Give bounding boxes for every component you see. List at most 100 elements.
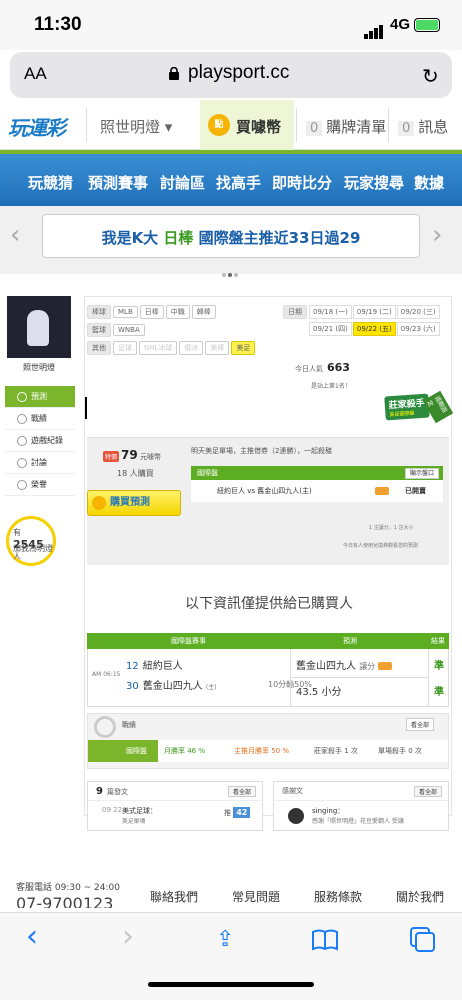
- divider: [296, 108, 297, 142]
- chevron-right-icon[interactable]: ›: [432, 220, 442, 250]
- footer-link-faq[interactable]: 常見問題: [232, 888, 280, 905]
- sidebar-item-predict[interactable]: 預測: [5, 386, 75, 408]
- killer-count: 莊家殺手 1 次: [314, 747, 358, 755]
- record-title: 戰績: [122, 721, 136, 729]
- date-option[interactable]: 09/21 (四): [309, 322, 352, 336]
- filter-row-other: 其他 足球 NHL冰球 俄冰 美棒 美足: [87, 341, 257, 355]
- text-cursor: [85, 397, 87, 419]
- filter-tag[interactable]: WNBA: [113, 324, 145, 336]
- matchup: 紐約巨人 vs 舊金山四九人(主): [217, 487, 312, 495]
- filter-tag[interactable]: 足球: [113, 341, 137, 355]
- avatar: [288, 808, 304, 824]
- filter-tag[interactable]: 美足: [231, 341, 256, 355]
- filter-tag[interactable]: NHL冰球: [139, 341, 178, 355]
- sidebar-item-label: 預測: [31, 392, 47, 401]
- date-option[interactable]: 09/20 (三): [396, 305, 440, 319]
- follow-light-button[interactable]: 有 2545 人 加我為明燈: [6, 516, 56, 566]
- pick-total: 43.5 小分: [296, 687, 342, 698]
- chevron-left-icon[interactable]: ‹: [10, 220, 20, 250]
- single-killer-count: 單場殺手 0 次: [378, 747, 422, 755]
- sidebar-item-discuss[interactable]: 討論: [5, 452, 75, 474]
- filter-tag[interactable]: 中職: [165, 305, 190, 319]
- cart-link[interactable]: 0 購牌清單: [306, 116, 386, 137]
- avatar-figure: [27, 310, 49, 346]
- back-icon[interactable]: ‹: [26, 919, 38, 954]
- follower-prefix: 有: [13, 528, 21, 537]
- forward-icon[interactable]: ›: [122, 919, 134, 954]
- date-label: 日期: [283, 305, 307, 319]
- record-tab-intl[interactable]: 國際盤: [88, 740, 158, 762]
- message-count: 0: [398, 121, 415, 136]
- price-value: 79: [121, 448, 138, 462]
- post-item[interactable]: 美式足球： 美足單場: [122, 806, 157, 825]
- sidebar-item-label: 討論: [31, 458, 47, 467]
- promo-box[interactable]: 我是K大 日棒 國際盤主推近33日過29: [42, 214, 420, 258]
- nav-player-search[interactable]: 玩家搜尋: [344, 172, 404, 193]
- date-option[interactable]: 09/19 (二): [352, 305, 396, 319]
- show-odds-button[interactable]: 顯示盤口: [404, 468, 439, 479]
- nav-forum[interactable]: 討論區: [160, 172, 205, 193]
- bookmarks-icon[interactable]: [312, 929, 338, 951]
- col-header: 國際盤賽事: [171, 637, 206, 645]
- view-all-button[interactable]: 看全部: [406, 718, 435, 731]
- footer-link-terms[interactable]: 服務條款: [314, 888, 362, 905]
- nav-live-score[interactable]: 即時比分: [272, 172, 332, 193]
- reload-icon[interactable]: ↻: [422, 64, 439, 88]
- buy-prediction-button[interactable]: 購買預測: [87, 490, 181, 516]
- filter-tag[interactable]: 日棒: [139, 305, 164, 319]
- footer-link-contact[interactable]: 聯絡我們: [150, 888, 198, 905]
- game-time: AM 06:15: [92, 671, 121, 678]
- pick-spread: 舊金山四九人 讓分: [296, 657, 393, 672]
- cart-count: 0: [306, 121, 323, 136]
- team-number: 12: [126, 661, 139, 672]
- view-all-button[interactable]: 看全部: [227, 786, 256, 797]
- date-option[interactable]: 09/18 (一): [309, 305, 352, 319]
- profile-menu: 預測 戰績 遊戲紀錄 討論 榮譽: [5, 386, 75, 496]
- thanks-header: 感謝文: [282, 787, 303, 795]
- filter-tag[interactable]: 美棒: [205, 341, 230, 355]
- light-menu[interactable]: 照世明燈 ▾: [100, 116, 172, 137]
- url-text[interactable]: playsport.cc: [188, 62, 289, 84]
- view-all-button[interactable]: 看全部: [413, 786, 442, 797]
- site-logo[interactable]: 玩運彩: [8, 112, 66, 141]
- site-footer: 客服電話 09:30 ~ 24:00 07-9700123 聯絡我們 常見問題 …: [0, 872, 462, 912]
- buy-coin-button[interactable]: 點 買噱幣: [200, 100, 294, 150]
- share-icon[interactable]: ⇪: [216, 927, 234, 952]
- message-link[interactable]: 0 訊息: [398, 116, 448, 137]
- service-phone[interactable]: 07-9700123: [16, 894, 113, 908]
- nav-play[interactable]: 玩競猜: [28, 172, 73, 193]
- purchase-section: 特價 79 元噱幣 18 人購買 購買預測 明天美足單場，主推借券（2連勝），一起…: [87, 437, 449, 565]
- posts-box: 9 篇發文 看全部 09 22 美式足球： 美足單場 推 42: [87, 781, 263, 831]
- reader-button[interactable]: AA: [24, 64, 47, 84]
- thanks-item[interactable]: singing： 感謝「照世明燈」花豆愛鋼人 受讓: [312, 806, 404, 825]
- team-number: 30: [126, 681, 139, 692]
- service-hours: 客服電話 09:30 ~ 24:00: [16, 883, 120, 893]
- post-subject: 美式足球：: [122, 807, 157, 815]
- post-sub: 美足單場: [122, 819, 146, 825]
- divider: [86, 108, 87, 142]
- nav-predict[interactable]: 預測賽事: [88, 172, 148, 193]
- filter-tag[interactable]: MLB: [113, 306, 138, 318]
- medal-icon: [17, 480, 27, 490]
- address-bar[interactable]: AA playsport.cc ↻: [10, 52, 452, 98]
- status-bar: 11:30 4G: [0, 0, 462, 50]
- sidebar-item-record[interactable]: 戰績: [5, 408, 75, 430]
- tabs-icon[interactable]: [410, 927, 436, 953]
- sold-status: 已開賣: [405, 487, 426, 495]
- date-option-selected[interactable]: 09/22 (五): [352, 322, 396, 336]
- sidebar-item-label: 遊戲紀錄: [31, 436, 63, 445]
- filter-tag[interactable]: 韓棒: [191, 305, 216, 319]
- chart-icon: [17, 414, 27, 424]
- sidebar-item-game-log[interactable]: 遊戲紀錄: [5, 430, 75, 452]
- filter-tag[interactable]: 俄冰: [179, 341, 204, 355]
- footer-link-about[interactable]: 關於我們: [396, 888, 444, 905]
- thanks-box: 感謝文 看全部 singing： 感謝「照世明燈」花豆愛鋼人 受讓: [273, 781, 449, 831]
- nav-experts[interactable]: 找高手: [216, 172, 261, 193]
- nav-data[interactable]: 數據: [414, 172, 444, 193]
- clock: 11:30: [34, 14, 82, 35]
- buyer-count: 18 人購買: [117, 469, 154, 478]
- table-header: 國際盤賽事 預測 結果: [87, 633, 449, 649]
- killer-badge: 莊家殺手 美足國際盤: [384, 393, 430, 421]
- date-option[interactable]: 09/23 (六): [396, 322, 440, 336]
- sidebar-item-honor[interactable]: 榮譽: [5, 474, 75, 496]
